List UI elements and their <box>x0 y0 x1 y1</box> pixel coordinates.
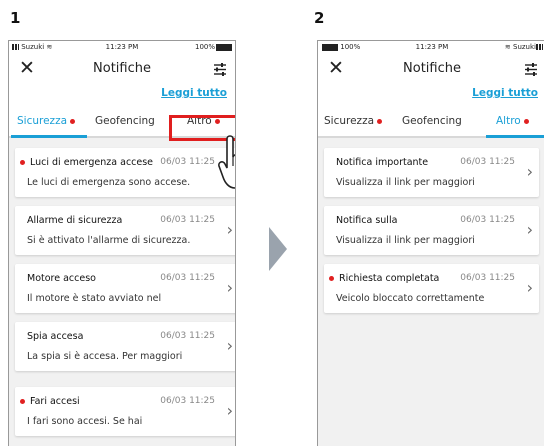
tab-geofencing[interactable]: Geofencing <box>95 115 155 127</box>
notification-title: Notifica sulla <box>336 215 398 226</box>
status-bar: 100% 11:23 PM ≋ Suzuki <box>318 41 544 53</box>
unread-dot <box>329 276 334 281</box>
active-tab-indicator <box>11 135 87 138</box>
notification-body: Le luci di emergenza sono accese. <box>27 177 191 188</box>
notification-card[interactable]: Notifica sulla 06/03 11:25 Visualizza il… <box>324 206 539 255</box>
notification-date: 06/03 11:25 <box>160 157 215 167</box>
chevron-right-icon: › <box>226 336 233 355</box>
unread-dot <box>523 118 529 124</box>
notification-date: 06/03 11:25 <box>160 396 215 406</box>
notification-title: Notifica importante <box>336 157 429 168</box>
notification-body: Si è attivato l'allarme di sicurezza. <box>27 235 191 246</box>
notification-date: 06/03 11:25 <box>160 331 215 341</box>
page-title: Notifiche <box>93 61 151 76</box>
notification-body: I fari sono accesi. Se hai <box>27 416 143 427</box>
notification-date: 06/03 11:25 <box>160 215 215 225</box>
filter-sliders-icon[interactable] <box>213 61 227 80</box>
notification-title: Luci di emergenza accese <box>30 157 154 168</box>
notification-date: 06/03 11:25 <box>460 157 515 167</box>
notification-card[interactable]: Luci di emergenza accese 06/03 11:25 Le … <box>15 148 235 197</box>
chevron-right-icon: › <box>526 278 533 297</box>
app-bar: ✕ Notifiche <box>318 53 544 83</box>
notification-card[interactable]: Fari accesi 06/03 11:25 I fari sono acce… <box>15 387 235 436</box>
tab-sicurezza[interactable]: Sicurezza <box>17 115 76 127</box>
notification-body: Visualizza il link per maggiori <box>336 235 475 246</box>
app-bar: ✕ Notifiche <box>9 53 235 83</box>
signal-icon <box>536 44 543 50</box>
battery-icon <box>216 43 232 51</box>
notification-date: 06/03 11:25 <box>460 215 515 225</box>
page-title: Notifiche <box>403 61 461 76</box>
notification-title: Fari accesi <box>30 396 80 407</box>
notification-card[interactable]: Spia accesa 06/03 11:25 La spia si è acc… <box>15 322 235 371</box>
step-number-2: 2 <box>314 9 325 27</box>
notification-title: Richiesta completata <box>339 273 440 284</box>
notification-date: 06/03 11:25 <box>160 273 215 283</box>
step-number-1: 1 <box>10 9 21 27</box>
unread-dot <box>377 118 383 124</box>
unread-dot <box>70 118 76 124</box>
active-tab-indicator <box>486 135 544 138</box>
chevron-right-icon: › <box>526 220 533 239</box>
tab-sicurezza[interactable]: Sicurezza <box>324 115 383 127</box>
read-all-link[interactable]: Leggi tutto <box>472 87 538 99</box>
tab-bar: Sicurezza Geofencing Altro <box>318 105 544 138</box>
unread-dot <box>20 160 25 165</box>
unread-dot <box>20 399 25 404</box>
phone-screen-2: 100% 11:23 PM ≋ Suzuki ✕ Notifiche Leggi… <box>317 40 544 446</box>
notification-date: 06/03 11:25 <box>460 273 515 283</box>
tap-hand-icon <box>218 135 235 189</box>
notification-card[interactable]: Notifica importante 06/03 11:25 Visualiz… <box>324 148 539 197</box>
battery-level: 100% <box>194 43 215 51</box>
notification-body: Visualizza il link per maggiori <box>336 177 475 188</box>
carrier-name: Suzuki <box>513 43 536 51</box>
chevron-right-icon: › <box>226 278 233 297</box>
notification-title: Allarme di sicurezza <box>27 215 123 226</box>
notification-body: La spia si è accesa. Per maggiori <box>27 351 183 362</box>
notification-body: Il motore è stato avviato nel <box>27 293 162 304</box>
status-bar: Suzuki ≋ 11:23 PM 100% <box>9 41 235 53</box>
tab-geofencing[interactable]: Geofencing <box>402 115 462 127</box>
notification-title: Spia accesa <box>27 331 84 342</box>
tab-altro[interactable]: Altro <box>496 115 529 127</box>
next-step-arrow-icon <box>269 227 287 271</box>
notification-body: Veicolo bloccato correttamente <box>336 293 485 304</box>
chevron-right-icon: › <box>226 220 233 239</box>
chevron-right-icon: › <box>526 162 533 181</box>
chevron-right-icon: › <box>226 401 233 420</box>
notification-card[interactable]: Richiesta completata 06/03 11:25 Veicolo… <box>324 264 539 313</box>
notification-card[interactable]: Motore acceso 06/03 11:25 Il motore è st… <box>15 264 235 313</box>
phone-screen-1: Suzuki ≋ 11:23 PM 100% ✕ Notifiche Leggi… <box>8 40 236 446</box>
wifi-icon: ≋ <box>504 43 511 51</box>
filter-sliders-icon[interactable] <box>524 61 538 80</box>
read-all-link[interactable]: Leggi tutto <box>161 87 227 99</box>
notification-card[interactable]: Allarme di sicurezza 06/03 11:25 Si è at… <box>15 206 235 255</box>
notification-title: Motore acceso <box>27 273 96 284</box>
